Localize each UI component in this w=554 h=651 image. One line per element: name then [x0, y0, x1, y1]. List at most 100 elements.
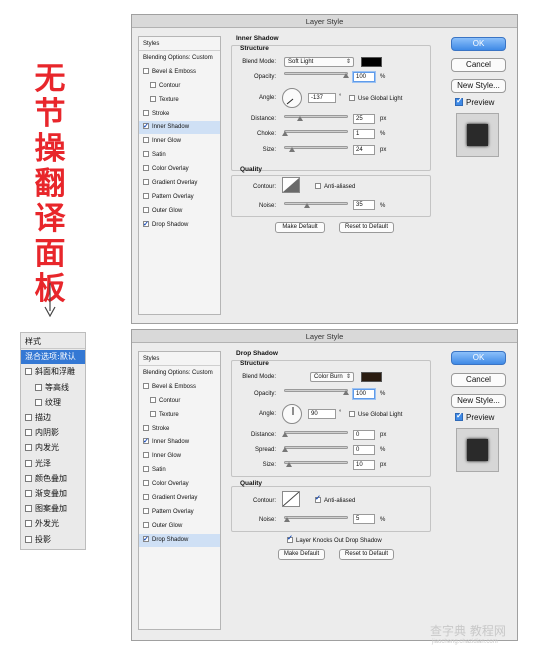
style-item[interactable]: Pattern Overlay: [139, 191, 220, 204]
use-global-light-checkbox[interactable]: Use Global Light: [349, 95, 402, 102]
preview-checkbox[interactable]: Preview: [455, 96, 494, 107]
style-item[interactable]: Blending Options: Custom: [139, 52, 220, 65]
noise-input[interactable]: 5: [353, 514, 375, 524]
opacity-slider-thumb[interactable]: [343, 390, 349, 395]
style-item[interactable]: 外发光: [21, 517, 85, 531]
choke-slider-thumb[interactable]: [282, 131, 288, 136]
opacity-input[interactable]: 100: [353, 389, 375, 399]
choke-input[interactable]: 1: [353, 129, 375, 139]
opacity-slider-thumb[interactable]: [343, 73, 349, 78]
anti-aliased-checkbox[interactable]: Anti-aliased: [315, 183, 355, 190]
distance-slider-thumb[interactable]: [282, 432, 288, 437]
style-item[interactable]: Color Overlay: [139, 163, 220, 176]
shadow-color-swatch[interactable]: [361, 57, 382, 67]
spread-slider[interactable]: [284, 446, 348, 449]
style-item[interactable]: 描边: [21, 411, 85, 425]
shadow-color-swatch[interactable]: [361, 372, 382, 382]
style-item-label: Inner Glow: [152, 453, 182, 460]
contour-picker[interactable]: [282, 491, 300, 507]
size-input[interactable]: 10: [353, 460, 375, 470]
style-item[interactable]: 混合选项:默认: [21, 350, 85, 365]
cancel-button[interactable]: Cancel: [451, 58, 506, 72]
style-item[interactable]: Contour: [139, 395, 220, 408]
blend-mode-select[interactable]: Color Burn ⇕: [310, 372, 354, 382]
style-item[interactable]: 投影: [21, 533, 85, 547]
style-item[interactable]: Inner Shadow: [139, 120, 220, 135]
preview-checkbox[interactable]: Preview: [455, 411, 494, 422]
style-item[interactable]: 内阴影: [21, 426, 85, 440]
style-item[interactable]: Satin: [139, 149, 220, 162]
spread-slider-thumb[interactable]: [282, 447, 288, 452]
style-item-label: Gradient Overlay: [152, 495, 198, 501]
style-item[interactable]: Gradient Overlay: [139, 492, 220, 505]
distance-input[interactable]: 25: [353, 114, 375, 124]
angle-dial[interactable]: [282, 404, 302, 424]
noise-slider-thumb[interactable]: [284, 517, 290, 522]
style-item[interactable]: Texture: [139, 409, 220, 422]
spread-input[interactable]: 0: [353, 445, 375, 455]
use-global-light-checkbox[interactable]: Use Global Light: [349, 411, 402, 418]
opacity-slider[interactable]: [284, 72, 348, 75]
distance-slider-thumb[interactable]: [297, 116, 303, 121]
noise-input[interactable]: 35: [353, 200, 375, 210]
size-slider-thumb[interactable]: [286, 462, 292, 467]
style-item[interactable]: Satin: [139, 464, 220, 477]
style-item[interactable]: Blending Options: Custom: [139, 367, 220, 380]
style-item[interactable]: Drop Shadow: [139, 533, 220, 547]
style-item[interactable]: Inner Glow: [139, 450, 220, 463]
style-item[interactable]: Outer Glow: [139, 520, 220, 533]
cancel-button[interactable]: Cancel: [451, 373, 506, 387]
blend-mode-select[interactable]: Soft Light ⇕: [284, 57, 354, 67]
size-slider-thumb[interactable]: [289, 147, 295, 152]
ok-button[interactable]: OK: [451, 351, 506, 365]
reset-to-default-button[interactable]: Reset to Default: [339, 222, 394, 233]
style-item[interactable]: Drop Shadow: [139, 218, 220, 232]
style-item[interactable]: Inner Glow: [139, 135, 220, 148]
style-item[interactable]: Bevel & Emboss: [139, 381, 220, 394]
new-style-button[interactable]: New Style...: [451, 394, 506, 408]
opacity-input[interactable]: 100: [353, 72, 375, 82]
style-item[interactable]: 纹理: [21, 396, 85, 410]
style-item[interactable]: Stroke: [139, 108, 220, 121]
distance-input[interactable]: 0: [353, 430, 375, 440]
knocks-out-checkbox[interactable]: Layer Knocks Out Drop Shadow: [287, 534, 382, 544]
style-item[interactable]: 颜色叠加: [21, 472, 85, 486]
ok-button[interactable]: OK: [451, 37, 506, 51]
contour-picker[interactable]: [282, 177, 300, 193]
noise-slider[interactable]: [284, 516, 348, 519]
size-input[interactable]: 24: [353, 145, 375, 155]
opacity-slider[interactable]: [284, 389, 348, 392]
noise-slider[interactable]: [284, 202, 348, 205]
choke-slider[interactable]: [284, 130, 348, 133]
style-item[interactable]: 斜面和浮雕: [21, 365, 85, 379]
style-item[interactable]: 渐变叠加: [21, 487, 85, 501]
distance-slider[interactable]: [284, 431, 348, 434]
angle-input[interactable]: -137: [308, 93, 336, 103]
size-slider[interactable]: [284, 461, 348, 464]
checkbox-checked-icon: [315, 494, 321, 503]
angle-dial[interactable]: [282, 88, 302, 108]
style-item[interactable]: Inner Shadow: [139, 435, 220, 449]
style-item[interactable]: Texture: [139, 94, 220, 107]
style-item[interactable]: Bevel & Emboss: [139, 66, 220, 79]
style-item[interactable]: 内发光: [21, 441, 85, 455]
style-item[interactable]: Gradient Overlay: [139, 177, 220, 190]
reset-to-default-button[interactable]: Reset to Default: [339, 549, 394, 560]
style-item[interactable]: Stroke: [139, 423, 220, 436]
new-style-button[interactable]: New Style...: [451, 79, 506, 93]
angle-needle-icon: [292, 407, 294, 415]
style-item[interactable]: 图案叠加: [21, 502, 85, 516]
style-item[interactable]: Pattern Overlay: [139, 506, 220, 519]
angle-input[interactable]: 90: [308, 409, 336, 419]
make-default-button[interactable]: Make Default: [278, 549, 325, 560]
style-item[interactable]: 等高线: [21, 381, 85, 395]
make-default-button[interactable]: Make Default: [275, 222, 325, 233]
noise-slider-thumb[interactable]: [304, 203, 310, 208]
layer-style-dialog-inner-shadow: Layer Style Styles Blending Options: Cust…: [131, 14, 518, 324]
style-item[interactable]: 光泽: [21, 457, 85, 471]
anti-aliased-checkbox[interactable]: Anti-aliased: [315, 494, 355, 504]
style-item[interactable]: Color Overlay: [139, 478, 220, 491]
style-item[interactable]: Contour: [139, 80, 220, 93]
style-item[interactable]: Outer Glow: [139, 205, 220, 218]
distance-slider[interactable]: [284, 115, 348, 118]
